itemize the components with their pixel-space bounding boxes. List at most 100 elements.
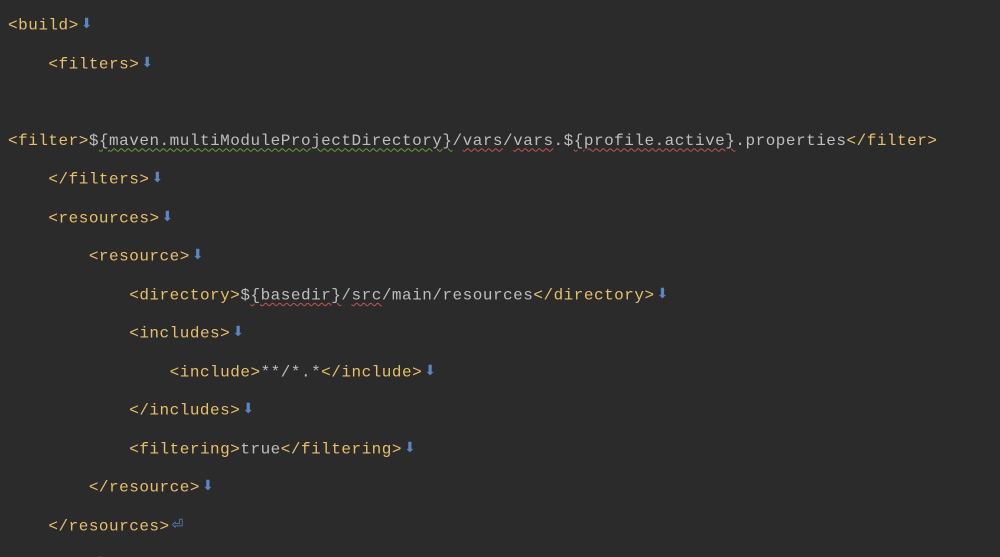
- code-token: </: [321, 363, 341, 381]
- code-token: filtering: [301, 440, 392, 458]
- linebreak-arrow-icon: ⬇: [240, 402, 254, 418]
- indent: [8, 363, 170, 381]
- code-token: <: [8, 16, 18, 34]
- code-token: **/*.*: [261, 363, 322, 381]
- code-token: >: [149, 209, 159, 227]
- code-token: >: [412, 363, 422, 381]
- code-line[interactable]: </resource>⬇: [8, 468, 1000, 507]
- code-token: filter: [18, 132, 79, 150]
- code-token: directory: [139, 286, 230, 304]
- code-token: resource: [109, 478, 190, 496]
- code-token: .$: [554, 132, 574, 150]
- code-token: profile.active: [584, 132, 725, 150]
- code-token: >: [230, 440, 240, 458]
- code-token: >: [230, 286, 240, 304]
- code-token: >: [644, 286, 654, 304]
- code-token: maven.multiModuleProjectDirectory: [109, 132, 442, 150]
- code-token: filter: [867, 132, 928, 150]
- code-token: filters: [59, 55, 130, 73]
- linebreak-arrow-icon: ⬇: [200, 479, 214, 495]
- indent: [8, 440, 129, 458]
- code-token: >: [230, 401, 240, 419]
- code-token: /main/resources: [382, 286, 534, 304]
- linebreak-arrow-icon: ⬇: [422, 364, 436, 380]
- code-token: >: [139, 170, 149, 188]
- code-token: $: [240, 286, 250, 304]
- code-line[interactable]: <resources>⬇: [8, 199, 1000, 238]
- indent: [8, 286, 129, 304]
- code-token: /: [453, 132, 463, 150]
- code-token: </: [89, 478, 109, 496]
- linebreak-arrow-icon: ⬇: [79, 17, 93, 33]
- code-token: /: [341, 286, 351, 304]
- linebreak-arrow-icon: ⬇: [190, 248, 204, 264]
- code-token: </: [129, 401, 149, 419]
- code-token: >: [79, 132, 89, 150]
- linebreak-pilcrow-icon: ⏎: [170, 518, 184, 534]
- code-line[interactable]: [8, 83, 1000, 122]
- code-token: }: [331, 286, 341, 304]
- code-token: includes: [149, 401, 230, 419]
- code-token: >: [220, 324, 230, 342]
- indent: [8, 478, 89, 496]
- code-token: <: [48, 209, 58, 227]
- code-line[interactable]: <includes>⬇: [8, 314, 1000, 353]
- code-token: >: [160, 517, 170, 535]
- code-token: filtering: [139, 440, 230, 458]
- code-token: {: [250, 286, 260, 304]
- code-token: }: [725, 132, 735, 150]
- code-line[interactable]: </resources>⏎: [8, 507, 1000, 546]
- code-line[interactable]: <filter>${maven.multiModuleProjectDirect…: [8, 122, 1000, 161]
- code-token: filters: [69, 170, 140, 188]
- code-token: basedir: [261, 286, 332, 304]
- code-line[interactable]: <directory>${basedir}/src/main/resources…: [8, 276, 1000, 315]
- indent: [8, 324, 129, 342]
- code-token: resources: [59, 209, 150, 227]
- code-line[interactable]: </build>⏎: [8, 545, 1000, 557]
- code-token: </: [533, 286, 553, 304]
- code-token: }: [442, 132, 452, 150]
- code-line[interactable]: <filtering>true</filtering>⬇: [8, 430, 1000, 469]
- code-token: {: [99, 132, 109, 150]
- code-token: resources: [69, 517, 160, 535]
- code-token: build: [18, 16, 69, 34]
- code-token: </: [48, 517, 68, 535]
- linebreak-arrow-icon: ⬇: [402, 441, 416, 457]
- code-token: include: [180, 363, 251, 381]
- code-line[interactable]: <build>⬇: [8, 6, 1000, 45]
- code-token: </: [847, 132, 867, 150]
- linebreak-arrow-icon: ⬇: [149, 171, 163, 187]
- code-token: >: [180, 247, 190, 265]
- code-token: includes: [139, 324, 220, 342]
- code-token: >: [129, 55, 139, 73]
- code-token: >: [927, 132, 937, 150]
- indent: [8, 401, 129, 419]
- code-token: <: [129, 440, 139, 458]
- code-token: {: [574, 132, 584, 150]
- code-line[interactable]: </includes>⬇: [8, 391, 1000, 430]
- code-token: <: [129, 286, 139, 304]
- code-line[interactable]: <resource>⬇: [8, 237, 1000, 276]
- code-token: </: [48, 170, 68, 188]
- code-token: >: [250, 363, 260, 381]
- code-token: /: [503, 132, 513, 150]
- code-token: <: [89, 247, 99, 265]
- indent: [8, 55, 48, 73]
- code-token: <: [129, 324, 139, 342]
- indent: [8, 247, 89, 265]
- code-token: .properties: [735, 132, 846, 150]
- code-line[interactable]: </filters>⬇: [8, 160, 1000, 199]
- code-token: true: [240, 440, 280, 458]
- code-token: <: [8, 132, 18, 150]
- code-token: <: [48, 55, 58, 73]
- code-token: vars: [463, 132, 503, 150]
- code-token: >: [190, 478, 200, 496]
- code-token: directory: [554, 286, 645, 304]
- code-token: $: [89, 132, 99, 150]
- code-line[interactable]: <filters>⬇: [8, 45, 1000, 84]
- code-line[interactable]: <include>**/*.*</include>⬇: [8, 353, 1000, 392]
- code-token: resource: [99, 247, 180, 265]
- code-editor[interactable]: <build>⬇ <filters>⬇<filter>${maven.multi…: [0, 0, 1000, 557]
- indent: [8, 209, 48, 227]
- code-token: src: [352, 286, 382, 304]
